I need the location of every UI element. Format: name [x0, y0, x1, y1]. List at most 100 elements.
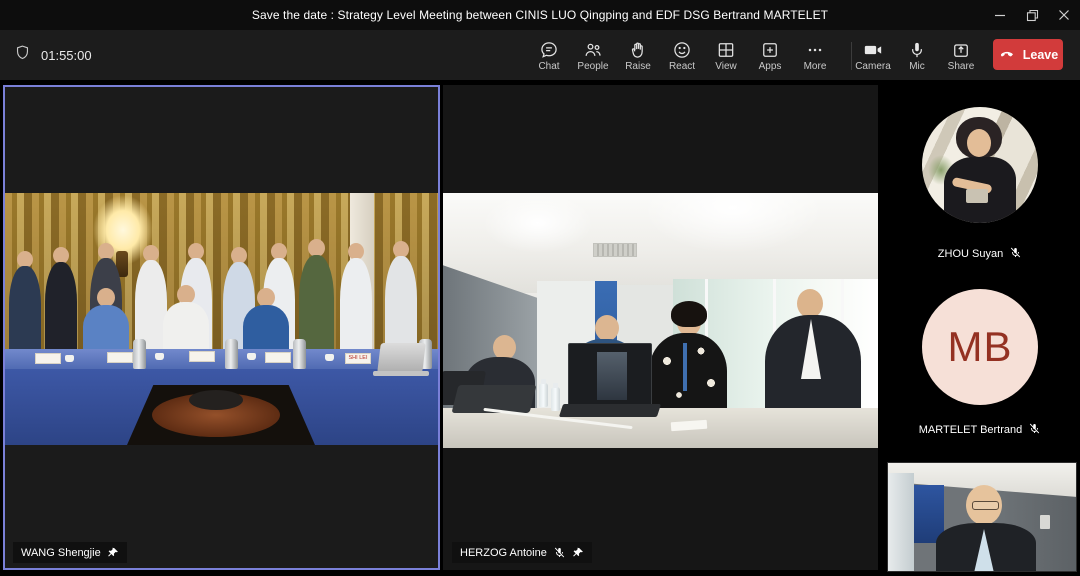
people-button[interactable]: People [571, 35, 615, 77]
react-label: React [669, 62, 695, 72]
pin-icon [107, 547, 119, 559]
name-card [107, 352, 133, 363]
thermos-flask [225, 339, 238, 369]
meeting-toolbar: 01:55:00 Chat People [0, 30, 1080, 80]
restore-icon [1026, 9, 1039, 22]
person-body [340, 258, 372, 351]
more-label: More [804, 62, 827, 72]
seated-person-polo [243, 305, 289, 353]
people-label: People [577, 62, 608, 72]
leave-button[interactable]: Leave [993, 39, 1063, 70]
seated-person-blue-shirt [83, 305, 129, 353]
react-button[interactable]: React [660, 35, 704, 77]
herzog-video-feed [443, 193, 878, 448]
apps-label: Apps [759, 62, 782, 72]
name-card [35, 353, 61, 364]
person-body [45, 262, 77, 351]
share-icon [951, 40, 971, 60]
meeting-timer: 01:55:00 [41, 48, 92, 63]
mic-off-icon [1028, 422, 1041, 438]
chat-icon [539, 40, 559, 60]
camera-button[interactable]: Camera [851, 35, 895, 77]
thermos-flask [293, 339, 306, 369]
person-head-bald [595, 315, 619, 341]
share-button[interactable]: Share [939, 35, 983, 77]
air-vent [593, 243, 637, 257]
more-button[interactable]: More [793, 35, 837, 77]
lanyard [683, 343, 687, 391]
participant-label-zhou: ZHOU Suyan [880, 246, 1080, 262]
restore-button[interactable] [1016, 0, 1048, 30]
close-icon [1058, 9, 1070, 21]
apps-plus-icon [760, 40, 780, 60]
participant-label-herzog: HERZOG Antoine [452, 542, 592, 563]
video-tile-wang-shengjie[interactable]: SHI LEI WANG Shengjie [3, 85, 440, 570]
participant-name: ZHOU Suyan [938, 248, 1003, 260]
tea-cup [65, 355, 74, 362]
self-view-wall-switch [1040, 515, 1050, 529]
participant-label-wang: WANG Shengjie [13, 542, 127, 563]
shield-icon [14, 44, 31, 66]
apps-button[interactable]: Apps [748, 35, 792, 77]
participant-name: MARTELET Bertrand [919, 424, 1023, 436]
macbook-base [373, 371, 429, 376]
participant-tile-zhou-suyan[interactable] [922, 107, 1038, 223]
hangup-icon [998, 44, 1016, 65]
name-card-shi-lei: SHI LEI [345, 353, 371, 364]
video-tile-herzog-antoine[interactable]: HERZOG Antoine [443, 85, 878, 570]
mic-label: Mic [909, 62, 925, 72]
mic-off-icon [553, 546, 566, 559]
participant-tile-martelet-bertrand[interactable]: MB [922, 289, 1038, 405]
camera-icon [863, 40, 883, 60]
person-body [9, 266, 41, 351]
view-grid-icon [716, 40, 736, 60]
leave-label: Leave [1023, 48, 1058, 62]
people-icon [583, 40, 603, 60]
raise-label: Raise [625, 62, 651, 72]
name-card [189, 351, 215, 362]
self-view-glasses [972, 501, 999, 510]
raise-hand-button[interactable]: Raise [616, 35, 660, 77]
tea-cup [247, 353, 256, 360]
title-bar: Save the date : Strategy Level Meeting b… [0, 0, 1080, 30]
person-body-green-jersey [299, 255, 334, 351]
self-view-window [888, 473, 914, 572]
meeting-timer-group: 01:55:00 [14, 30, 92, 80]
mic-off-icon [1009, 246, 1022, 262]
chat-label: Chat [538, 62, 559, 72]
macbook-laptop [377, 343, 426, 373]
more-ellipsis-icon [805, 40, 825, 60]
laptop-screen-content [597, 352, 627, 400]
mic-icon [907, 40, 927, 60]
mic-button[interactable]: Mic [895, 35, 939, 77]
chat-button[interactable]: Chat [527, 35, 571, 77]
tea-cup [325, 354, 334, 361]
raise-hand-icon [628, 40, 648, 60]
minimize-button[interactable] [984, 0, 1016, 30]
water-bottle [551, 387, 560, 411]
speakerphone [189, 390, 243, 410]
person-body [385, 256, 417, 351]
woman-hair [671, 301, 707, 327]
initials-avatar: MB [948, 323, 1013, 371]
person-head-smiling [797, 289, 823, 318]
participant-name: WANG Shengjie [21, 547, 101, 559]
teams-meeting-window: Save the date : Strategy Level Meeting b… [0, 0, 1080, 576]
minimize-icon [994, 9, 1006, 21]
view-label: View [715, 62, 737, 72]
zhou-avatar-clutch [966, 189, 988, 203]
wang-video-feed: SHI LEI [5, 193, 438, 445]
seated-person-white-shirt [163, 302, 209, 353]
camera-label: Camera [855, 62, 891, 72]
self-view-tile[interactable] [887, 462, 1077, 572]
view-button[interactable]: View [704, 35, 748, 77]
close-button[interactable] [1048, 0, 1080, 30]
laptop-center-screen [568, 343, 652, 408]
react-smiley-icon [672, 40, 692, 60]
tea-cup [155, 353, 164, 360]
share-label: Share [948, 62, 975, 72]
water-bottle [539, 383, 548, 407]
participant-label-martelet: MARTELET Bertrand [880, 422, 1080, 438]
laptop-center-base [559, 404, 661, 417]
meeting-title: Save the date : Strategy Level Meeting b… [0, 0, 960, 30]
